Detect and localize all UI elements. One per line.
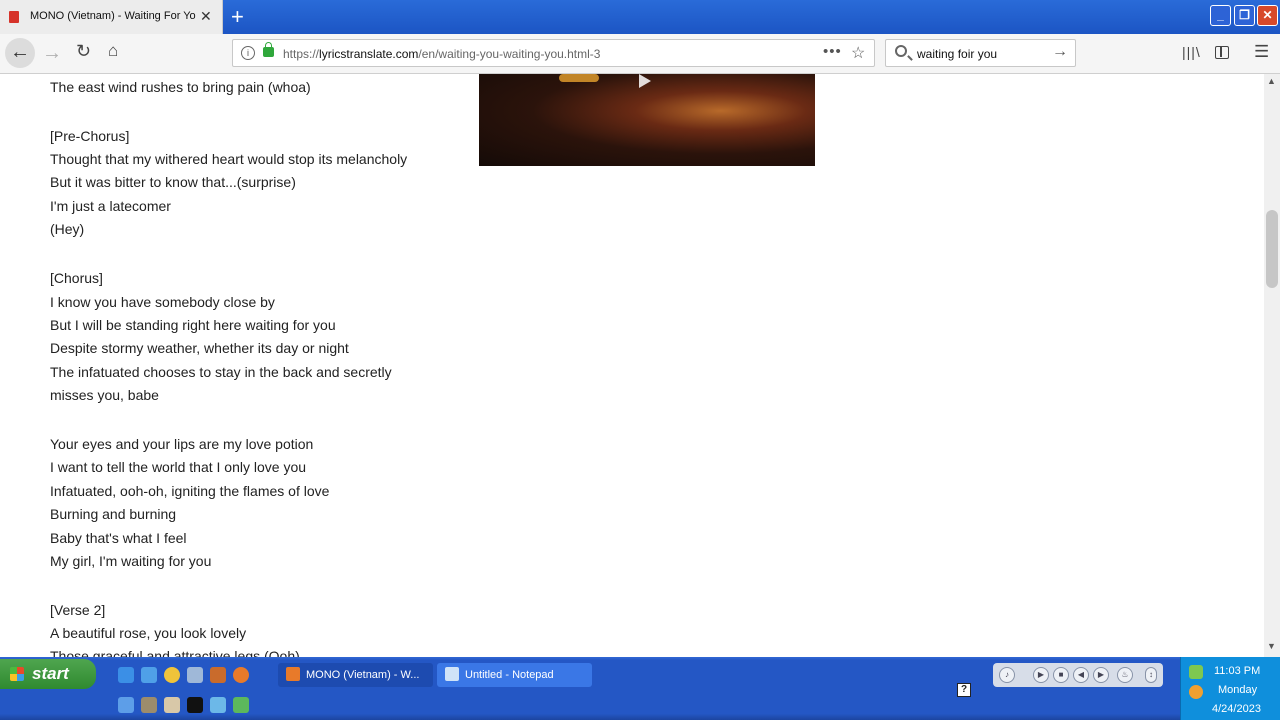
- page-content: The east wind rushes to bring pain (whoa…: [0, 74, 1264, 657]
- stop-button-icon[interactable]: ■: [1053, 667, 1069, 683]
- hamburger-menu-icon[interactable]: ☰: [1254, 42, 1269, 62]
- browser-tab[interactable]: MONO (Vietnam) - Waiting For You ✕: [0, 0, 223, 34]
- tab-title: MONO (Vietnam) - Waiting For You: [30, 10, 196, 22]
- lyric-line: The east wind rushes to bring pain (whoa…: [50, 79, 311, 95]
- search-tray-icon[interactable]: [1189, 685, 1203, 699]
- media-controls: ♪ ▶ ■ ◀ ▶ ♨ ↕: [993, 663, 1163, 687]
- address-bar[interactable]: i https://lyricstranslate.com/en/waiting…: [232, 39, 875, 67]
- reload-icon[interactable]: ↻: [76, 41, 91, 62]
- video-player[interactable]: [479, 74, 815, 166]
- lyric-line: Your eyes and your lips are my love poti…: [50, 436, 314, 452]
- clock-day: Monday: [1218, 684, 1258, 696]
- taskbar-item-label: MONO (Vietnam) - W...: [306, 669, 420, 681]
- document-icon[interactable]: [118, 697, 134, 713]
- title-bar: MONO (Vietnam) - Waiting For You ✕ + _ ❐…: [0, 0, 1280, 34]
- lyric-line: Burning and burning: [50, 506, 177, 522]
- taskbar-item-firefox[interactable]: MONO (Vietnam) - W...: [278, 663, 433, 687]
- quicklaunch-app-icon[interactable]: [187, 667, 203, 683]
- url-scheme: https://: [283, 47, 320, 61]
- windows-logo-icon: [10, 667, 24, 681]
- quicklaunch-tool-icon[interactable]: [210, 667, 226, 683]
- lyric-line: [Verse 2]: [50, 602, 106, 618]
- play-button-icon[interactable]: ▶: [1033, 667, 1049, 683]
- help-icon[interactable]: ?: [957, 683, 971, 697]
- volume-icon[interactable]: ♨: [1117, 667, 1133, 683]
- new-tab-button[interactable]: +: [231, 4, 244, 30]
- forward-arrow-icon[interactable]: →: [42, 42, 62, 65]
- lyric-line: A beautiful rose, you look lovely: [50, 625, 247, 641]
- video-thumbnail-glow: [559, 74, 599, 82]
- network-tray-icon[interactable]: [1189, 665, 1203, 679]
- next-track-icon[interactable]: ▶: [1093, 667, 1109, 683]
- scroll-thumb[interactable]: [1266, 210, 1278, 288]
- firefox-quicklaunch-icon[interactable]: [233, 667, 249, 683]
- network-icon[interactable]: [210, 697, 226, 713]
- search-go-arrow-icon[interactable]: →: [1052, 43, 1068, 61]
- page-actions-icon[interactable]: •••: [823, 43, 842, 60]
- clock-date: 4/24/2023: [1212, 703, 1261, 715]
- url-domain: lyricstranslate.com: [319, 47, 419, 61]
- lyric-line: I'm just a latecomer: [50, 198, 171, 214]
- lyric-line: I want to tell the world that I only lov…: [50, 459, 307, 475]
- lyric-line: Baby that's what I feel: [50, 530, 187, 546]
- lyric-line: My girl, I'm waiting for you: [50, 553, 212, 569]
- search-input[interactable]: waiting foir you: [917, 47, 997, 61]
- lock-icon[interactable]: [263, 42, 274, 57]
- url-text[interactable]: https://lyricstranslate.com/en/waiting-y…: [283, 47, 600, 61]
- hand-tool-icon[interactable]: [164, 697, 180, 713]
- minimize-button[interactable]: _: [1210, 5, 1231, 26]
- info-icon[interactable]: i: [241, 46, 255, 60]
- scroll-up-icon[interactable]: ▲: [1267, 76, 1276, 86]
- lyric-line: Infatuated, ooh-oh, igniting the flames …: [50, 483, 330, 499]
- lyric-line: [Pre-Chorus]: [50, 128, 130, 144]
- firefox-icon: [286, 667, 300, 681]
- start-label: start: [32, 664, 69, 683]
- search-icon: [895, 45, 907, 57]
- lyric-line: But I will be standing right here waitin…: [50, 317, 336, 333]
- lyric-line: But it was bitter to know that...(surpri…: [50, 174, 296, 190]
- command-prompt-icon[interactable]: [187, 697, 203, 713]
- media-scroll-icon[interactable]: ↕: [1145, 667, 1157, 683]
- previous-track-icon[interactable]: ◀: [1073, 667, 1089, 683]
- search-bar[interactable]: waiting foir you →: [885, 39, 1076, 67]
- archive-icon[interactable]: [141, 697, 157, 713]
- lyric-line: Despite stormy weather, whether its day …: [50, 340, 349, 356]
- library-icon[interactable]: |||\: [1182, 44, 1201, 60]
- settings-gear-icon[interactable]: [233, 697, 249, 713]
- sidebar-icon[interactable]: [1215, 46, 1229, 59]
- media-app-icon[interactable]: ♪: [999, 667, 1015, 683]
- vertical-scrollbar[interactable]: ▲ ▼: [1264, 74, 1280, 657]
- home-icon[interactable]: ⌂: [108, 41, 118, 61]
- windows-taskbar: start MONO (Vietnam) - W... Untitled - N…: [0, 657, 1280, 720]
- bookmark-star-icon[interactable]: ☆: [851, 43, 865, 63]
- browser-quicklaunch-icon[interactable]: [141, 667, 157, 683]
- lyricstranslate-favicon-icon: [9, 11, 19, 23]
- lyric-line: Thought that my withered heart would sto…: [50, 151, 408, 167]
- lyric-line: (Hey): [50, 221, 85, 237]
- media-player-icon[interactable]: [164, 667, 180, 683]
- scroll-down-icon[interactable]: ▼: [1267, 641, 1276, 651]
- window-close-button[interactable]: ✕: [1257, 5, 1278, 26]
- lyric-line: misses you, babe: [50, 387, 159, 403]
- lyric-line: The infatuated chooses to stay in the ba…: [50, 364, 392, 380]
- tab-close-icon[interactable]: ✕: [200, 8, 212, 25]
- lyric-line: I know you have somebody close by: [50, 294, 275, 310]
- clock-time[interactable]: 11:03 PM: [1214, 665, 1260, 677]
- lyric-line: [Chorus]: [50, 270, 103, 286]
- url-path: /en/waiting-you-waiting-you.html-3: [418, 47, 601, 61]
- taskbar-item-notepad[interactable]: Untitled - Notepad: [437, 663, 592, 687]
- start-button[interactable]: start: [0, 659, 96, 689]
- navigation-toolbar: ← → ↻ ⌂ i https://lyricstranslate.com/en…: [0, 34, 1280, 74]
- notepad-icon: [445, 667, 459, 681]
- maximize-button[interactable]: ❐: [1234, 5, 1255, 26]
- taskbar-item-label: Untitled - Notepad: [465, 669, 554, 681]
- internet-explorer-icon[interactable]: [118, 667, 134, 683]
- play-icon[interactable]: [639, 74, 651, 88]
- lyric-line: Those graceful and attractive legs (Ooh): [50, 648, 300, 657]
- back-arrow-icon[interactable]: ←: [5, 38, 35, 68]
